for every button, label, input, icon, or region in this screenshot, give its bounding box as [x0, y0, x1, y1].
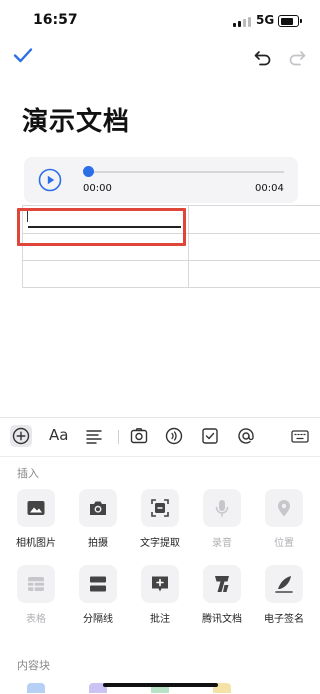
- table-icon: [17, 565, 55, 603]
- align-icon[interactable]: [84, 426, 104, 446]
- insert-recording-button[interactable]: 录音: [190, 489, 252, 555]
- add-icon[interactable]: [10, 425, 32, 447]
- tile-label: 电子签名: [264, 614, 304, 625]
- camera-icon: [79, 489, 117, 527]
- play-icon[interactable]: [38, 168, 62, 192]
- tencent-docs-icon: [203, 565, 241, 603]
- font-icon[interactable]: Aa: [49, 426, 68, 444]
- section-insert-label: 插入: [17, 467, 39, 480]
- tile-label: 位置: [274, 538, 294, 549]
- insert-table-button[interactable]: 表格: [4, 565, 66, 631]
- toolbar-separator: [118, 430, 119, 444]
- content-block-tile[interactable]: [27, 683, 45, 693]
- audio-progress-track[interactable]: [86, 171, 284, 173]
- insert-panel: Aa 插入 相机图片 拍摄 文字提取 录音 位置 表格 分隔线 批注 腾讯文档 …: [0, 417, 320, 694]
- audio-player[interactable]: 00:00 00:04: [24, 157, 298, 203]
- document-title[interactable]: 演示文档: [22, 101, 130, 138]
- editor-toolbar: [0, 42, 320, 72]
- insert-signature-button[interactable]: 电子签名: [252, 565, 314, 631]
- redo-icon[interactable]: [286, 46, 308, 68]
- insert-comment-button[interactable]: 批注: [128, 565, 190, 631]
- table-row-divider: [23, 260, 320, 261]
- audio-progress-thumb[interactable]: [83, 166, 94, 177]
- status-bar: 16:57 5G: [0, 0, 320, 42]
- mention-icon[interactable]: [236, 426, 256, 446]
- image-icon: [17, 489, 55, 527]
- divider-icon: [79, 565, 117, 603]
- status-time: 16:57: [33, 12, 78, 28]
- font-label: Aa: [49, 426, 69, 444]
- tile-label: 录音: [212, 538, 232, 549]
- tile-label: 腾讯文档: [202, 614, 242, 625]
- battery-icon: [278, 15, 302, 27]
- table-column-divider: [188, 206, 189, 288]
- insert-location-button[interactable]: 位置: [252, 489, 314, 555]
- tile-label: 分隔线: [83, 614, 113, 625]
- audio-duration: 00:04: [255, 183, 284, 194]
- insert-photo-button[interactable]: 拍摄: [66, 489, 128, 555]
- image-icon[interactable]: [129, 426, 149, 446]
- network-type: 5G: [256, 13, 275, 27]
- insert-divider-button[interactable]: 分隔线: [66, 565, 128, 631]
- tile-label: 批注: [150, 614, 170, 625]
- mic-icon: [203, 489, 241, 527]
- highlight-annotation-box: [17, 208, 186, 246]
- checkbox-icon[interactable]: [200, 426, 220, 446]
- keyboard-icon[interactable]: [290, 426, 310, 446]
- home-indicator[interactable]: [103, 683, 218, 687]
- insert-tencent-docs-button[interactable]: 腾讯文档: [190, 565, 252, 631]
- tile-label: 相机图片: [16, 538, 56, 549]
- audio-current-time: 00:00: [83, 183, 112, 194]
- check-icon[interactable]: [12, 44, 34, 66]
- tile-label: 文字提取: [140, 538, 180, 549]
- format-toolbar: Aa: [0, 418, 320, 457]
- tile-label: 表格: [26, 614, 46, 625]
- text-extract-icon: [141, 489, 179, 527]
- table-row-divider: [23, 287, 320, 288]
- insert-camera-image-button[interactable]: 相机图片: [4, 489, 66, 555]
- insert-text-extract-button[interactable]: 文字提取: [128, 489, 190, 555]
- section-content-blocks-label: 内容块: [17, 659, 50, 672]
- tile-label: 拍摄: [88, 538, 108, 549]
- comment-icon: [141, 565, 179, 603]
- location-icon: [265, 489, 303, 527]
- undo-icon[interactable]: [252, 46, 274, 68]
- signal-icon: [233, 17, 253, 27]
- voice-icon[interactable]: [164, 426, 184, 446]
- signature-icon: [265, 565, 303, 603]
